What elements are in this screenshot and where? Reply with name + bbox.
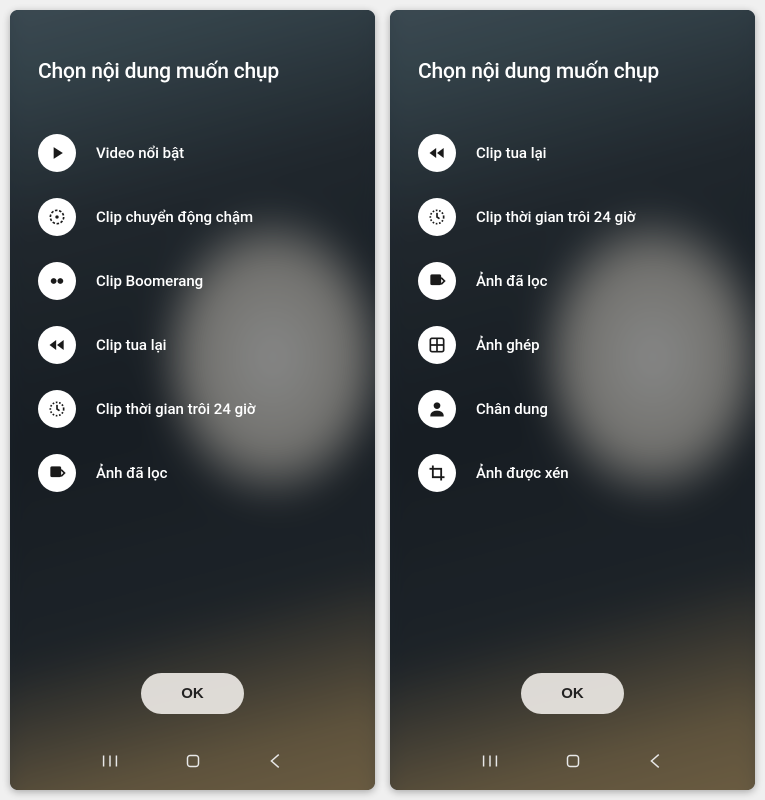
option-cropped[interactable]: Ảnh được xén (418, 454, 727, 492)
timelapse-icon (418, 198, 456, 236)
timelapse-icon (38, 390, 76, 428)
option-timelapse[interactable]: Clip thời gian trôi 24 giờ (418, 198, 727, 236)
option-timelapse[interactable]: Clip thời gian trôi 24 giờ (38, 390, 347, 428)
android-navbar (38, 736, 347, 790)
option-collage[interactable]: Ảnh ghép (418, 326, 727, 364)
rewind-icon (38, 326, 76, 364)
option-list: Clip tua lại Clip thời gian trôi 24 giờ … (418, 134, 727, 655)
page-title: Chọn nội dung muốn chụp (38, 60, 347, 84)
filter-icon (418, 262, 456, 300)
collage-icon (418, 326, 456, 364)
ok-button[interactable]: OK (141, 673, 244, 714)
recents-button[interactable] (479, 750, 501, 772)
option-label: Ảnh được xén (476, 464, 569, 482)
option-portrait[interactable]: Chân dung (418, 390, 727, 428)
slowmo-icon (38, 198, 76, 236)
option-list: Video nổi bật Clip chuyển động chậm Clip… (38, 134, 347, 655)
recents-button[interactable] (99, 750, 121, 772)
option-label: Ảnh đã lọc (96, 464, 167, 482)
option-filtered[interactable]: Ảnh đã lọc (418, 262, 727, 300)
option-label: Chân dung (476, 400, 548, 418)
option-label: Clip thời gian trôi 24 giờ (476, 208, 636, 226)
option-label: Clip thời gian trôi 24 giờ (96, 400, 256, 418)
option-slow-motion[interactable]: Clip chuyển động chậm (38, 198, 347, 236)
option-label: Ảnh đã lọc (476, 272, 547, 290)
back-button[interactable] (645, 750, 667, 772)
crop-icon (418, 454, 456, 492)
phone-screen-1: Chọn nội dung muốn chụp Video nổi bật Cl… (10, 10, 375, 790)
ok-button[interactable]: OK (521, 673, 624, 714)
option-label: Clip Boomerang (96, 272, 203, 290)
home-button[interactable] (182, 750, 204, 772)
play-icon (38, 134, 76, 172)
home-button[interactable] (562, 750, 584, 772)
option-label: Ảnh ghép (476, 336, 540, 354)
option-rewind[interactable]: Clip tua lại (38, 326, 347, 364)
option-label: Clip tua lại (96, 336, 166, 354)
phone-screen-2: Chọn nội dung muốn chụp Clip tua lại Cli… (390, 10, 755, 790)
option-boomerang[interactable]: Clip Boomerang (38, 262, 347, 300)
option-label: Clip chuyển động chậm (96, 208, 253, 226)
option-rewind[interactable]: Clip tua lại (418, 134, 727, 172)
filter-icon (38, 454, 76, 492)
rewind-icon (418, 134, 456, 172)
boomerang-icon (38, 262, 76, 300)
option-filtered[interactable]: Ảnh đã lọc (38, 454, 347, 492)
android-navbar (418, 736, 727, 790)
option-video-highlight[interactable]: Video nổi bật (38, 134, 347, 172)
option-label: Clip tua lại (476, 144, 546, 162)
page-title: Chọn nội dung muốn chụp (418, 60, 727, 84)
option-label: Video nổi bật (96, 144, 184, 162)
portrait-icon (418, 390, 456, 428)
back-button[interactable] (265, 750, 287, 772)
